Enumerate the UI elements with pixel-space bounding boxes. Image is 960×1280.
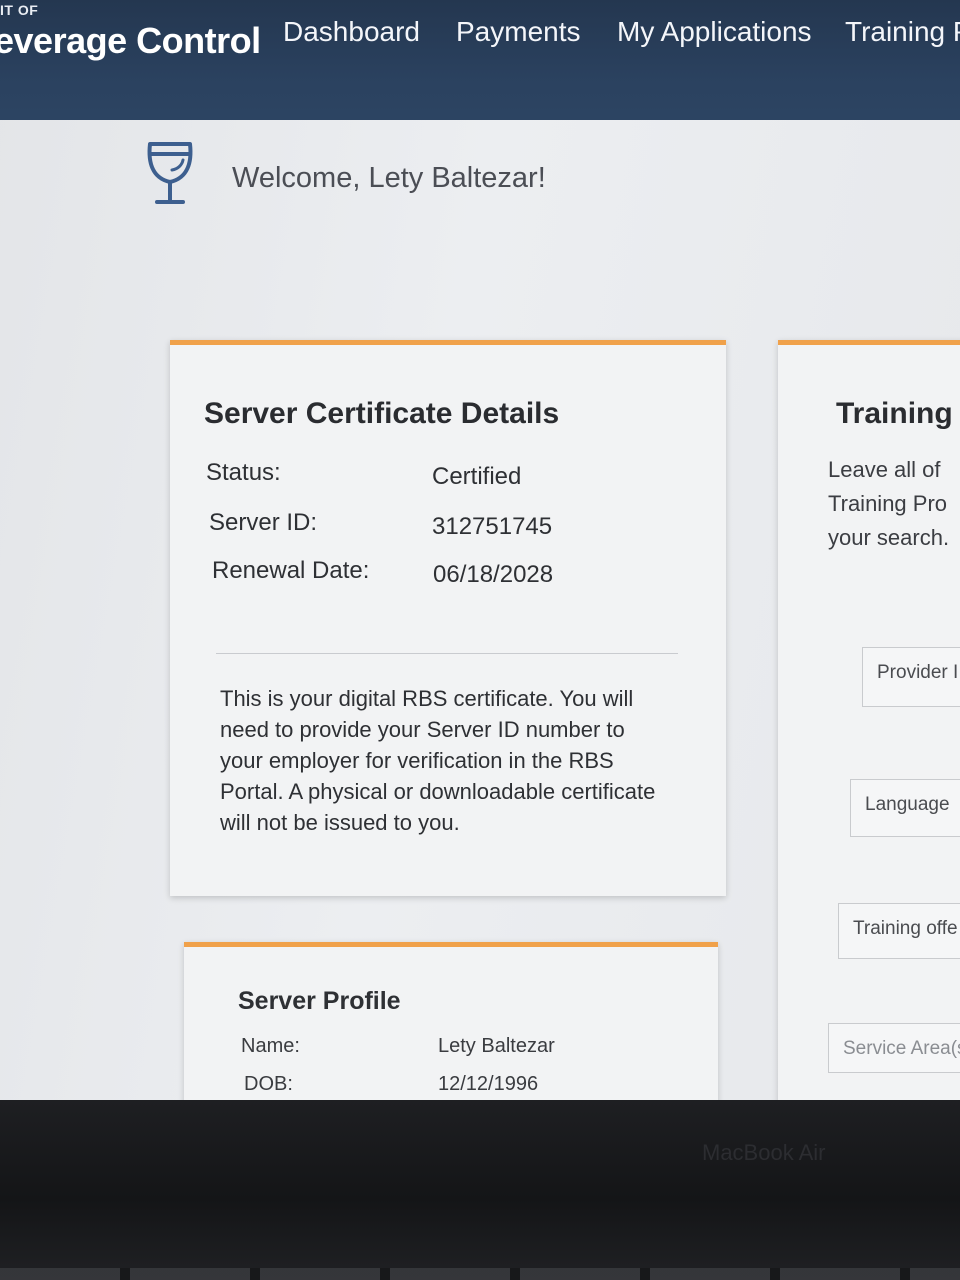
nav-training[interactable]: Training P: [845, 16, 960, 48]
training-provider-card: Training Leave all of Training Pro your …: [778, 340, 960, 1110]
wine-glass-icon: [147, 142, 193, 204]
server-profile-card: Server Profile Name: Lety Baltezar DOB: …: [184, 942, 718, 1110]
language-filter[interactable]: Language: [850, 779, 960, 837]
training-desc-line: Training Pro: [828, 491, 948, 516]
laptop-bezel: MacBook Air: [0, 1100, 960, 1280]
dob-value: 12/12/1996: [438, 1073, 539, 1095]
device-brand-label: MacBook Air: [702, 1140, 826, 1165]
server-certificate-card: Server Certificate Details Status: Certi…: [170, 340, 726, 896]
certificate-note: This is your digital RBS certificate. Yo…: [220, 686, 656, 835]
training-offered-filter[interactable]: Training offe: [838, 903, 960, 959]
welcome-message: Welcome, Lety Baltezar!: [232, 162, 546, 194]
renewal-date-value: 06/18/2028: [433, 561, 554, 588]
profile-title: Server Profile: [238, 987, 401, 1015]
browser-screen: IT OF everage Control Dashboard Payments…: [0, 0, 960, 1110]
status-label: Status:: [206, 459, 281, 486]
name-label: Name:: [241, 1035, 300, 1057]
server-id-label: Server ID:: [209, 509, 318, 536]
nav-dashboard[interactable]: Dashboard: [283, 16, 420, 48]
training-description: Leave all of Training Pro your search.: [828, 453, 960, 555]
training-desc-line: Leave all of: [828, 457, 941, 482]
nav-my-applications[interactable]: My Applications: [617, 16, 812, 48]
certificate-title: Server Certificate Details: [204, 397, 560, 430]
provider-filter[interactable]: Provider I: [862, 647, 960, 707]
divider: [216, 653, 678, 654]
top-navbar: IT OF everage Control Dashboard Payments…: [0, 0, 960, 120]
training-title: Training: [836, 397, 953, 430]
training-desc-line: your search.: [828, 525, 950, 550]
name-value: Lety Baltezar: [438, 1035, 555, 1057]
dob-label: DOB:: [244, 1073, 293, 1095]
service-area-filter[interactable]: Service Area(s): [828, 1023, 960, 1073]
status-value: Certified: [432, 463, 522, 490]
agency-prefix: IT OF: [0, 2, 39, 18]
keyboard-edge: [0, 1268, 960, 1280]
renewal-date-label: Renewal Date:: [212, 557, 370, 584]
server-id-value: 312751745: [432, 513, 553, 540]
agency-name[interactable]: everage Control: [0, 20, 261, 62]
nav-payments[interactable]: Payments: [456, 16, 581, 48]
